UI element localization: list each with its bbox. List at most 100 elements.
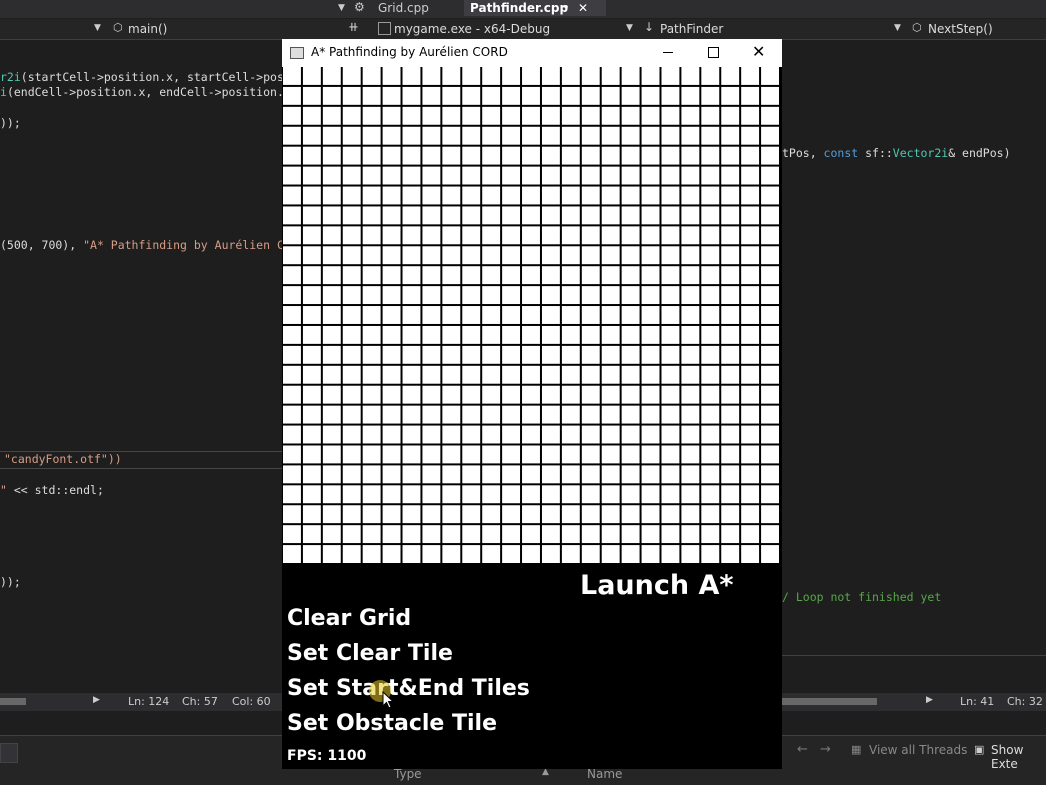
grid-cell[interactable] bbox=[721, 445, 740, 464]
grid-cell[interactable] bbox=[561, 525, 580, 544]
grid-cell[interactable] bbox=[382, 67, 401, 85]
grid-cell[interactable] bbox=[462, 445, 481, 464]
grid-cell[interactable] bbox=[422, 86, 441, 105]
grid-cell[interactable] bbox=[442, 345, 461, 364]
grid-cell[interactable] bbox=[362, 186, 381, 205]
grid-cell[interactable] bbox=[302, 505, 321, 524]
grid-cell[interactable] bbox=[462, 525, 481, 544]
grid-cell[interactable] bbox=[661, 525, 680, 544]
grid-cell[interactable] bbox=[681, 286, 700, 305]
grid-cell[interactable] bbox=[581, 525, 600, 544]
grid-cell[interactable] bbox=[382, 505, 401, 524]
grid-cell[interactable] bbox=[681, 86, 700, 105]
grid-cell[interactable] bbox=[641, 266, 660, 285]
grid-cell[interactable] bbox=[661, 206, 680, 225]
grid-cell[interactable] bbox=[302, 365, 321, 384]
grid-cell[interactable] bbox=[541, 206, 560, 225]
grid-cell[interactable] bbox=[283, 545, 301, 563]
grid-cell[interactable] bbox=[681, 67, 700, 85]
grid-cell[interactable] bbox=[422, 325, 441, 344]
grid-cell[interactable] bbox=[661, 485, 680, 504]
grid-cell[interactable] bbox=[721, 465, 740, 484]
grid-cell[interactable] bbox=[661, 325, 680, 344]
grid-cell[interactable] bbox=[581, 126, 600, 145]
grid-cell[interactable] bbox=[601, 505, 620, 524]
grid-cell[interactable] bbox=[581, 266, 600, 285]
grid-cell[interactable] bbox=[701, 67, 720, 85]
grid-cell[interactable] bbox=[402, 365, 421, 384]
grid-cell[interactable] bbox=[601, 206, 620, 225]
grid-cell[interactable] bbox=[482, 286, 501, 305]
grid-cell[interactable] bbox=[641, 166, 660, 185]
grid-cell[interactable] bbox=[641, 246, 660, 265]
grid-cell[interactable] bbox=[502, 505, 521, 524]
grid-cell[interactable] bbox=[382, 226, 401, 245]
grid-cell[interactable] bbox=[721, 405, 740, 424]
grid-cell[interactable] bbox=[661, 86, 680, 105]
grid-cell[interactable] bbox=[362, 545, 381, 563]
grid-cell[interactable] bbox=[522, 445, 540, 464]
grid-cell[interactable] bbox=[522, 425, 540, 444]
grid-cell[interactable] bbox=[601, 425, 620, 444]
grid-cell[interactable] bbox=[761, 206, 779, 225]
chevron-down-icon[interactable]: ▼ bbox=[626, 23, 633, 33]
grid-cell[interactable] bbox=[621, 445, 640, 464]
grid-cell[interactable] bbox=[661, 186, 680, 205]
grid-cell[interactable] bbox=[581, 226, 600, 245]
name-column-header[interactable]: Name bbox=[587, 767, 622, 781]
grid-cell[interactable] bbox=[442, 485, 461, 504]
grid-cell[interactable] bbox=[442, 166, 461, 185]
grid-cell[interactable] bbox=[761, 286, 779, 305]
grid-cell[interactable] bbox=[581, 445, 600, 464]
grid-cell[interactable] bbox=[302, 525, 321, 544]
grid-cell[interactable] bbox=[601, 365, 620, 384]
grid-cell[interactable] bbox=[382, 126, 401, 145]
grid-cell[interactable] bbox=[522, 226, 540, 245]
grid-cell[interactable] bbox=[362, 246, 381, 265]
grid-cell[interactable] bbox=[422, 186, 441, 205]
grid-cell[interactable] bbox=[541, 365, 560, 384]
grid-cell[interactable] bbox=[462, 306, 481, 324]
grid-cell[interactable] bbox=[641, 465, 660, 484]
grid-cell[interactable] bbox=[761, 345, 779, 364]
grid-cell[interactable] bbox=[621, 226, 640, 245]
pathfinding-grid[interactable] bbox=[283, 67, 781, 565]
grid-cell[interactable] bbox=[581, 385, 600, 404]
view-all-threads-button[interactable]: View all Threads bbox=[869, 743, 967, 757]
split-icon[interactable]: ⧺ bbox=[348, 20, 359, 35]
grid-cell[interactable] bbox=[641, 86, 660, 105]
grid-cell[interactable] bbox=[601, 385, 620, 404]
grid-cell[interactable] bbox=[581, 405, 600, 424]
grid-cell[interactable] bbox=[621, 106, 640, 125]
grid-cell[interactable] bbox=[402, 306, 421, 324]
grid-cell[interactable] bbox=[641, 106, 660, 125]
grid-cell[interactable] bbox=[741, 246, 760, 265]
chevron-down-icon[interactable]: ▼ bbox=[894, 23, 901, 33]
grid-cell[interactable] bbox=[342, 425, 361, 444]
grid-cell[interactable] bbox=[661, 405, 680, 424]
grid-cell[interactable] bbox=[721, 325, 740, 344]
grid-cell[interactable] bbox=[761, 465, 779, 484]
grid-cell[interactable] bbox=[502, 385, 521, 404]
grid-cell[interactable] bbox=[561, 206, 580, 225]
grid-cell[interactable] bbox=[462, 106, 481, 125]
grid-cell[interactable] bbox=[442, 306, 461, 324]
grid-cell[interactable] bbox=[701, 445, 720, 464]
grid-cell[interactable] bbox=[641, 545, 660, 563]
grid-cell[interactable] bbox=[322, 306, 341, 324]
grid-cell[interactable] bbox=[561, 67, 580, 85]
grid-cell[interactable] bbox=[502, 67, 521, 85]
grid-cell[interactable] bbox=[442, 545, 461, 563]
grid-cell[interactable] bbox=[362, 166, 381, 185]
grid-cell[interactable] bbox=[322, 545, 341, 563]
grid-cell[interactable] bbox=[283, 505, 301, 524]
grid-cell[interactable] bbox=[442, 186, 461, 205]
grid-cell[interactable] bbox=[362, 445, 381, 464]
grid-cell[interactable] bbox=[661, 166, 680, 185]
grid-cell[interactable] bbox=[422, 505, 441, 524]
grid-cell[interactable] bbox=[701, 266, 720, 285]
grid-cell[interactable] bbox=[382, 106, 401, 125]
grid-cell[interactable] bbox=[741, 206, 760, 225]
grid-cell[interactable] bbox=[502, 325, 521, 344]
grid-cell[interactable] bbox=[741, 345, 760, 364]
